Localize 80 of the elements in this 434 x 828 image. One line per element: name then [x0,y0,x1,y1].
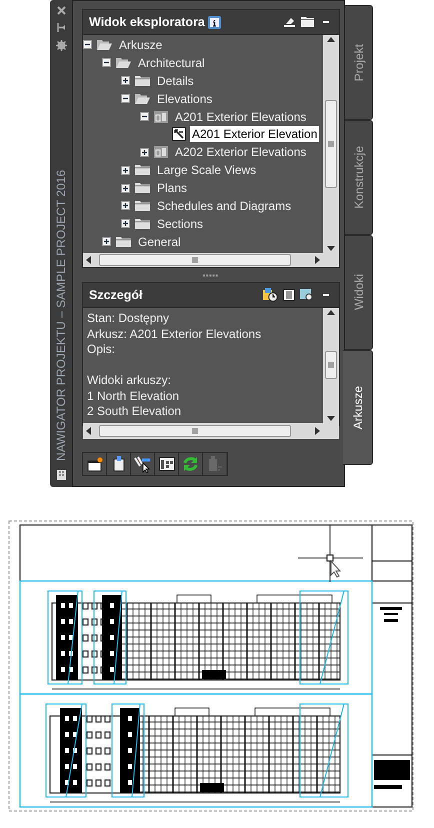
grip-icon [192,257,198,263]
view-icon [172,127,186,142]
expand-icon[interactable] [121,219,130,228]
folder-icon [134,182,151,194]
tree-item[interactable]: General [136,234,183,250]
tree-item[interactable]: Architectural [136,54,207,71]
detail-line: Opis: [87,342,116,358]
scroll-up-icon[interactable] [327,310,335,315]
horizontal-scrollbar[interactable] [83,422,323,438]
tree-item[interactable]: Sections [155,216,206,232]
palette-title: NAWIGATOR PROJEKTU – SAMPLE PROJECT 2016 [54,170,68,461]
clock-image-icon[interactable] [263,288,278,302]
explorer-title: Widok eksploratora [89,15,205,29]
expand-icon[interactable] [121,184,130,193]
expand-icon[interactable] [102,237,111,246]
refresh-icon [182,456,199,472]
scroll-left-icon[interactable] [86,256,91,264]
tree-item[interactable]: A201 Exterior Elevations [173,108,308,124]
tree-item[interactable]: A202 Exterior Elevations [173,144,308,160]
scroll-down-icon[interactable] [327,246,335,251]
pin-icon[interactable] [56,23,66,32]
collapse-icon[interactable] [102,58,111,68]
tree-item[interactable]: Plans [155,180,190,196]
pointer-icon [134,456,151,472]
collapse-icon[interactable] [83,40,92,50]
details-title: Szczegół [89,288,142,302]
tree-item[interactable]: Details [155,72,196,89]
scroll-left-icon[interactable] [86,426,91,434]
grip-icon [192,428,198,434]
open-folder-icon [115,56,132,69]
side-tab[interactable]: Arkusze [343,350,373,465]
open-folder-icon [134,92,151,105]
detail-line: Widoki arkuszy: [87,373,172,388]
side-tab[interactable]: Widoki [345,235,373,350]
folder-icon [134,218,151,230]
detail-line: 1 North Elevation [87,388,180,404]
folder-icon [134,200,151,212]
tree-item[interactable]: Schedules and Diagrams [155,198,294,214]
splitter-handle[interactable] [203,274,219,276]
detail-line: Arkusz: A201 Exterior Elevations [87,326,262,342]
side-tab[interactable]: Projekt [345,5,373,120]
collapse-icon[interactable] [121,94,130,104]
expand-icon[interactable] [140,148,149,157]
scroll-right-icon[interactable] [315,426,320,434]
folder-icon [134,74,151,87]
close-icon[interactable] [56,6,66,15]
expand-icon[interactable] [121,76,130,86]
detail-line: 2 South Elevation [87,404,182,420]
toolbar-button[interactable] [131,453,155,475]
new-sheet-icon [86,456,102,472]
layout-icon [158,457,174,471]
info-icon[interactable] [208,16,221,28]
side-tab[interactable]: Konstrukcje [345,120,373,235]
scroll-right-icon[interactable] [315,256,320,264]
horizontal-scrollbar[interactable] [83,253,323,267]
scroll-up-icon[interactable] [327,37,335,42]
preview-icon[interactable] [300,289,314,301]
expand-icon[interactable] [121,201,130,210]
tree-item[interactable]: Arkusze [117,36,164,53]
collapse-icon[interactable] [140,112,149,121]
tree-item[interactable]: Large Scale Views [155,162,258,178]
clipboard-icon [112,456,124,472]
folder-icon [134,164,151,176]
building-icon [56,469,66,481]
list-icon[interactable] [283,289,295,301]
sheet-icon [153,110,169,124]
sheet-icon [153,145,169,160]
vertical-scrollbar[interactable] [323,35,339,253]
expand-icon[interactable] [121,166,130,175]
detail-line: Stan: Dostępny [87,311,170,326]
folder-icon[interactable] [301,17,314,27]
vertical-scrollbar[interactable] [323,308,339,422]
open-folder-icon [96,38,113,51]
folder-icon [115,236,132,248]
settings-icon[interactable] [56,40,66,51]
scroll-down-icon[interactable] [327,416,335,420]
tree-item[interactable]: A201 Exterior Elevation [190,126,320,142]
tree-item[interactable]: Elevations [155,90,214,107]
grip-icon [328,362,334,368]
grip-icon [328,141,334,147]
